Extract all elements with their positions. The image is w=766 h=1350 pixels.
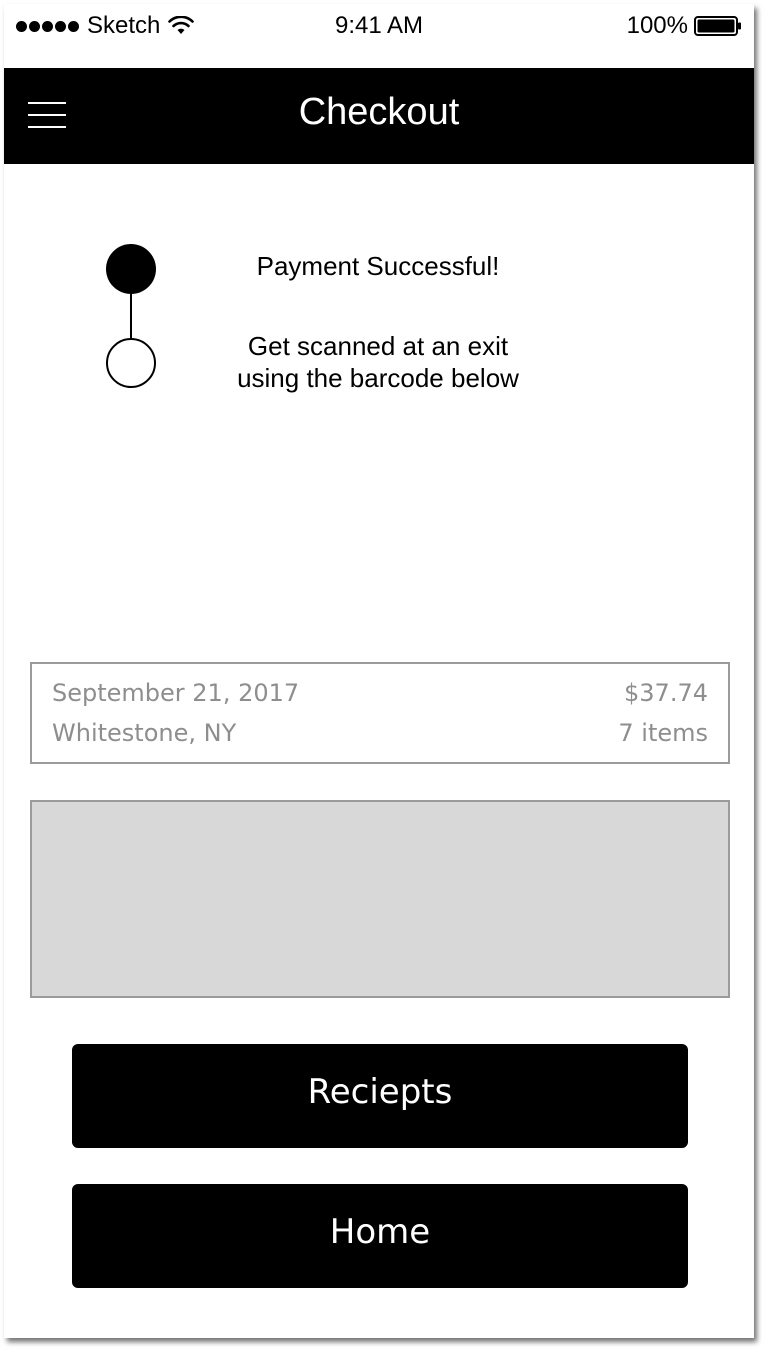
step-1-label: Payment Successful! — [256, 251, 500, 281]
purchase-date: September 21, 2017 — [52, 679, 300, 707]
step-connector-line — [130, 294, 132, 338]
status-bar: Sketch 9:41 AM 100% — [4, 4, 754, 48]
page-title: Checkout — [298, 91, 460, 133]
step-2-label: Get scanned at an exit using the barcode… — [178, 330, 578, 394]
step-2-label-line-1: Get scanned at an exit — [247, 331, 509, 361]
step-2-label-line-2: using the barcode below — [237, 363, 519, 393]
item-count: 7 items — [618, 719, 708, 747]
order-total: $37.74 — [624, 679, 708, 707]
checkout-screen: Sketch 9:41 AM 100% Checkout Payment Suc… — [4, 4, 754, 1338]
battery-percentage: 100% — [626, 12, 688, 39]
nav-bar: Checkout — [4, 68, 754, 164]
receipt-summary-card: September 21, 2017 Whitestone, NY $37.74… — [30, 662, 730, 764]
store-location: Whitestone, NY — [52, 719, 237, 747]
battery-icon — [694, 16, 741, 36]
step-1-indicator-icon — [106, 244, 156, 294]
status-right: 100% — [627, 13, 742, 39]
step-2-indicator-icon — [106, 338, 156, 388]
barcode-placeholder — [30, 800, 730, 998]
receipts-button[interactable]: Reciepts — [72, 1044, 688, 1148]
home-button[interactable]: Home — [72, 1184, 688, 1288]
